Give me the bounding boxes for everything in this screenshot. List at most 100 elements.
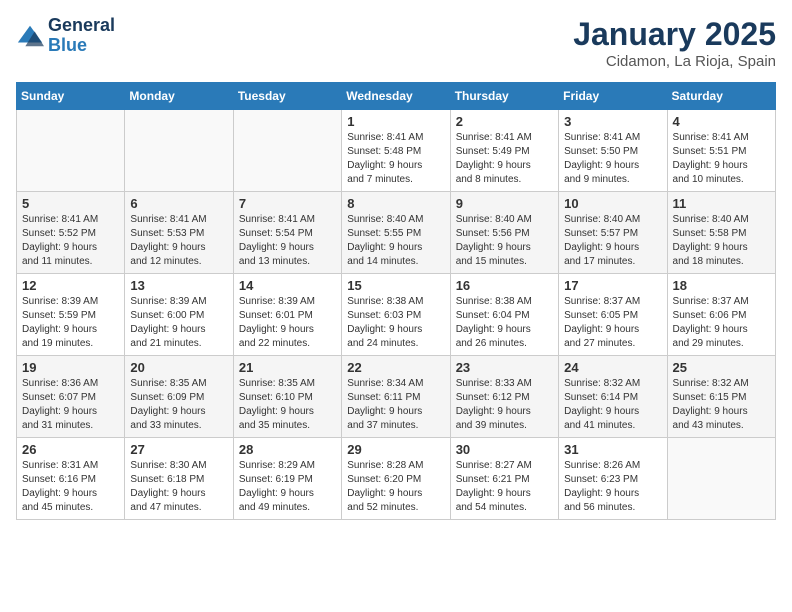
day-info: Sunrise: 8:41 AM Sunset: 5:49 PM Dayligh… (456, 131, 553, 187)
logo-icon (16, 22, 44, 50)
day-info: Sunrise: 8:37 AM Sunset: 6:06 PM Dayligh… (673, 295, 770, 351)
day-number: 20 (130, 360, 227, 375)
day-number: 11 (673, 196, 770, 211)
day-info: Sunrise: 8:40 AM Sunset: 5:57 PM Dayligh… (564, 213, 661, 269)
day-number: 10 (564, 196, 661, 211)
day-number: 17 (564, 278, 661, 293)
day-info: Sunrise: 8:31 AM Sunset: 6:16 PM Dayligh… (22, 459, 119, 515)
day-cell: 11 Sunrise: 8:40 AM Sunset: 5:58 PM Dayli… (667, 192, 775, 274)
day-info: Sunrise: 8:39 AM Sunset: 6:00 PM Dayligh… (130, 295, 227, 351)
day-number: 3 (564, 114, 661, 129)
logo: General Blue (16, 16, 115, 56)
day-number: 8 (347, 196, 444, 211)
day-cell: 12 Sunrise: 8:39 AM Sunset: 5:59 PM Dayli… (17, 274, 125, 356)
day-number: 16 (456, 278, 553, 293)
day-number: 23 (456, 360, 553, 375)
day-info: Sunrise: 8:41 AM Sunset: 5:54 PM Dayligh… (239, 213, 336, 269)
day-cell: 19 Sunrise: 8:36 AM Sunset: 6:07 PM Dayli… (17, 356, 125, 438)
weekday-header-sunday: Sunday (17, 83, 125, 110)
day-info: Sunrise: 8:40 AM Sunset: 5:58 PM Dayligh… (673, 213, 770, 269)
day-number: 25 (673, 360, 770, 375)
day-number: 15 (347, 278, 444, 293)
day-info: Sunrise: 8:33 AM Sunset: 6:12 PM Dayligh… (456, 377, 553, 433)
day-info: Sunrise: 8:32 AM Sunset: 6:15 PM Dayligh… (673, 377, 770, 433)
calendar-table: SundayMondayTuesdayWednesdayThursdayFrid… (16, 82, 776, 520)
location-subtitle: Cidamon, La Rioja, Spain (573, 53, 776, 70)
day-cell: 28 Sunrise: 8:29 AM Sunset: 6:19 PM Dayli… (233, 438, 341, 520)
day-info: Sunrise: 8:40 AM Sunset: 5:55 PM Dayligh… (347, 213, 444, 269)
day-cell: 9Sunrise: 8:40 AM Sunset: 5:56 PM Daylig… (450, 192, 558, 274)
day-info: Sunrise: 8:26 AM Sunset: 6:23 PM Dayligh… (564, 459, 661, 515)
logo-line2: Blue (48, 36, 115, 56)
day-info: Sunrise: 8:41 AM Sunset: 5:53 PM Dayligh… (130, 213, 227, 269)
day-number: 29 (347, 442, 444, 457)
day-info: Sunrise: 8:37 AM Sunset: 6:05 PM Dayligh… (564, 295, 661, 351)
day-cell: 20 Sunrise: 8:35 AM Sunset: 6:09 PM Dayli… (125, 356, 233, 438)
day-cell (667, 438, 775, 520)
day-info: Sunrise: 8:41 AM Sunset: 5:48 PM Dayligh… (347, 131, 444, 187)
day-info: Sunrise: 8:41 AM Sunset: 5:51 PM Dayligh… (673, 131, 770, 187)
day-cell (17, 110, 125, 192)
day-info: Sunrise: 8:35 AM Sunset: 6:10 PM Dayligh… (239, 377, 336, 433)
day-cell: 18 Sunrise: 8:37 AM Sunset: 6:06 PM Dayli… (667, 274, 775, 356)
day-cell: 13 Sunrise: 8:39 AM Sunset: 6:00 PM Dayli… (125, 274, 233, 356)
weekday-header-tuesday: Tuesday (233, 83, 341, 110)
day-info: Sunrise: 8:38 AM Sunset: 6:03 PM Dayligh… (347, 295, 444, 351)
day-info: Sunrise: 8:35 AM Sunset: 6:09 PM Dayligh… (130, 377, 227, 433)
day-cell: 24Sunrise: 8:32 AM Sunset: 6:14 PM Dayli… (559, 356, 667, 438)
day-cell: 26 Sunrise: 8:31 AM Sunset: 6:16 PM Dayli… (17, 438, 125, 520)
title-area: January 2025 Cidamon, La Rioja, Spain (573, 16, 776, 70)
page-header: General Blue January 2025 Cidamon, La Ri… (16, 16, 776, 70)
day-number: 21 (239, 360, 336, 375)
day-info: Sunrise: 8:32 AM Sunset: 6:14 PM Dayligh… (564, 377, 661, 433)
day-number: 6 (130, 196, 227, 211)
week-row-3: 12 Sunrise: 8:39 AM Sunset: 5:59 PM Dayli… (17, 274, 776, 356)
day-number: 1 (347, 114, 444, 129)
day-number: 18 (673, 278, 770, 293)
weekday-header-saturday: Saturday (667, 83, 775, 110)
day-cell: 30Sunrise: 8:27 AM Sunset: 6:21 PM Dayli… (450, 438, 558, 520)
day-info: Sunrise: 8:36 AM Sunset: 6:07 PM Dayligh… (22, 377, 119, 433)
day-number: 7 (239, 196, 336, 211)
day-number: 4 (673, 114, 770, 129)
day-cell: 8 Sunrise: 8:40 AM Sunset: 5:55 PM Daylig… (342, 192, 450, 274)
day-info: Sunrise: 8:34 AM Sunset: 6:11 PM Dayligh… (347, 377, 444, 433)
month-title: January 2025 (573, 16, 776, 53)
day-number: 28 (239, 442, 336, 457)
day-cell: 17 Sunrise: 8:37 AM Sunset: 6:05 PM Dayli… (559, 274, 667, 356)
week-row-1: 1 Sunrise: 8:41 AM Sunset: 5:48 PM Daylig… (17, 110, 776, 192)
day-info: Sunrise: 8:39 AM Sunset: 5:59 PM Dayligh… (22, 295, 119, 351)
day-number: 19 (22, 360, 119, 375)
day-info: Sunrise: 8:41 AM Sunset: 5:50 PM Dayligh… (564, 131, 661, 187)
day-cell: 7 Sunrise: 8:41 AM Sunset: 5:54 PM Daylig… (233, 192, 341, 274)
weekday-header-wednesday: Wednesday (342, 83, 450, 110)
day-info: Sunrise: 8:28 AM Sunset: 6:20 PM Dayligh… (347, 459, 444, 515)
weekday-header-monday: Monday (125, 83, 233, 110)
day-cell: 14Sunrise: 8:39 AM Sunset: 6:01 PM Dayli… (233, 274, 341, 356)
day-number: 31 (564, 442, 661, 457)
day-number: 9 (456, 196, 553, 211)
day-cell: 3 Sunrise: 8:41 AM Sunset: 5:50 PM Daylig… (559, 110, 667, 192)
day-cell: 21 Sunrise: 8:35 AM Sunset: 6:10 PM Dayli… (233, 356, 341, 438)
day-info: Sunrise: 8:29 AM Sunset: 6:19 PM Dayligh… (239, 459, 336, 515)
day-number: 12 (22, 278, 119, 293)
day-info: Sunrise: 8:38 AM Sunset: 6:04 PM Dayligh… (456, 295, 553, 351)
day-cell: 22 Sunrise: 8:34 AM Sunset: 6:11 PM Dayli… (342, 356, 450, 438)
day-cell: 29 Sunrise: 8:28 AM Sunset: 6:20 PM Dayli… (342, 438, 450, 520)
day-cell: 15 Sunrise: 8:38 AM Sunset: 6:03 PM Dayli… (342, 274, 450, 356)
weekday-header-thursday: Thursday (450, 83, 558, 110)
day-cell: 4 Sunrise: 8:41 AM Sunset: 5:51 PM Daylig… (667, 110, 775, 192)
day-info: Sunrise: 8:41 AM Sunset: 5:52 PM Dayligh… (22, 213, 119, 269)
week-row-5: 26 Sunrise: 8:31 AM Sunset: 6:16 PM Dayli… (17, 438, 776, 520)
logo-line1: General (48, 16, 115, 36)
day-cell: 16 Sunrise: 8:38 AM Sunset: 6:04 PM Dayli… (450, 274, 558, 356)
day-cell: 25 Sunrise: 8:32 AM Sunset: 6:15 PM Dayli… (667, 356, 775, 438)
day-cell: 5Sunrise: 8:41 AM Sunset: 5:52 PM Daylig… (17, 192, 125, 274)
day-number: 13 (130, 278, 227, 293)
weekday-header-friday: Friday (559, 83, 667, 110)
day-info: Sunrise: 8:27 AM Sunset: 6:21 PM Dayligh… (456, 459, 553, 515)
day-info: Sunrise: 8:39 AM Sunset: 6:01 PM Dayligh… (239, 295, 336, 351)
day-number: 22 (347, 360, 444, 375)
day-cell: 6 Sunrise: 8:41 AM Sunset: 5:53 PM Daylig… (125, 192, 233, 274)
day-number: 26 (22, 442, 119, 457)
